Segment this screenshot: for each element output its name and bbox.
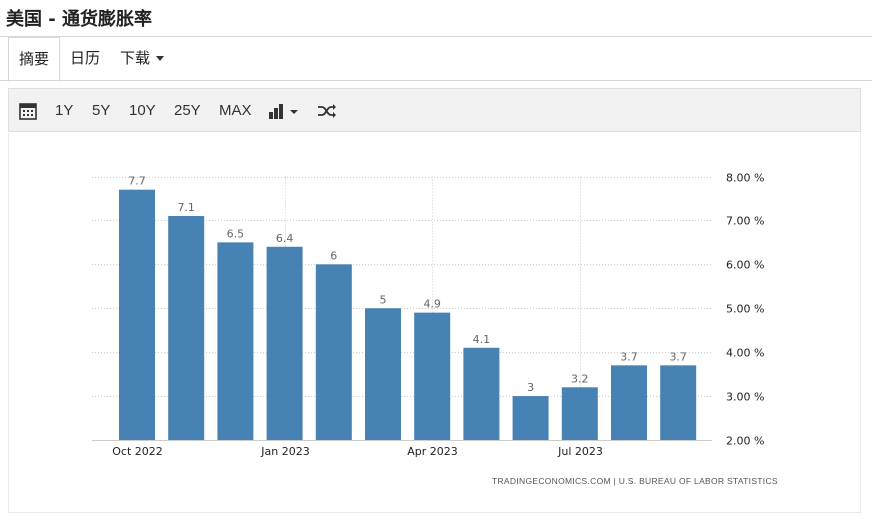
- bar-value-label: 7.1: [177, 201, 195, 214]
- bar-mar-2023[interactable]: [365, 308, 401, 440]
- inflation-bar-chart: 2.00 % 3.00 % 4.00 % 5.00 % 6.00 % 7.00 % 8.00…: [92, 172, 764, 458]
- x-tick-label: Apr 2023: [407, 445, 458, 458]
- bar-apr-2023[interactable]: [414, 312, 451, 440]
- bar-value-label: 3.2: [571, 372, 589, 385]
- bar-value-label: 6.4: [276, 232, 294, 245]
- x-tick-label: Jan 2023: [260, 445, 309, 458]
- y-tick-label: 2.00 %: [726, 435, 764, 448]
- bar-value-label: 6.5: [227, 227, 245, 240]
- bar-jul-2023[interactable]: [561, 387, 598, 440]
- bar-aug-2023[interactable]: [611, 365, 647, 440]
- y-tick-label: 3.00 %: [726, 391, 764, 404]
- bar-value-label: 4.9: [423, 298, 441, 311]
- y-tick-label: 8.00 %: [726, 172, 764, 185]
- source-credit: TRADINGECONOMICS.COM | U.S. BUREAU OF LA…: [492, 476, 778, 486]
- bar-value-label: 3: [527, 381, 534, 394]
- bar-value-label: 7.7: [128, 175, 146, 188]
- bar-sep-2023[interactable]: [660, 365, 697, 440]
- bar-value-label: 5: [380, 293, 387, 306]
- bar-value-label: 4.1: [473, 333, 491, 346]
- bar-nov-2022[interactable]: [168, 216, 205, 440]
- bar-value-label: 3.7: [620, 350, 638, 363]
- bar-feb-2023[interactable]: [315, 264, 352, 440]
- bar-jan-2023[interactable]: [266, 246, 303, 440]
- x-tick-label: Oct 2022: [112, 445, 163, 458]
- bar-dec-2022[interactable]: [217, 242, 254, 440]
- bar-jun-2023[interactable]: [512, 396, 549, 440]
- bar-value-label: 6: [330, 249, 337, 262]
- bar-value-label: 3.7: [669, 350, 687, 363]
- y-tick-label: 7.00 %: [726, 215, 764, 228]
- y-tick-label: 6.00 %: [726, 259, 764, 272]
- bar-may-2023[interactable]: [463, 347, 500, 440]
- y-tick-label: 5.00 %: [726, 303, 764, 316]
- x-tick-label: Jul 2023: [557, 445, 603, 458]
- bar-oct-2022[interactable]: [119, 189, 155, 440]
- y-tick-label: 4.00 %: [726, 347, 764, 360]
